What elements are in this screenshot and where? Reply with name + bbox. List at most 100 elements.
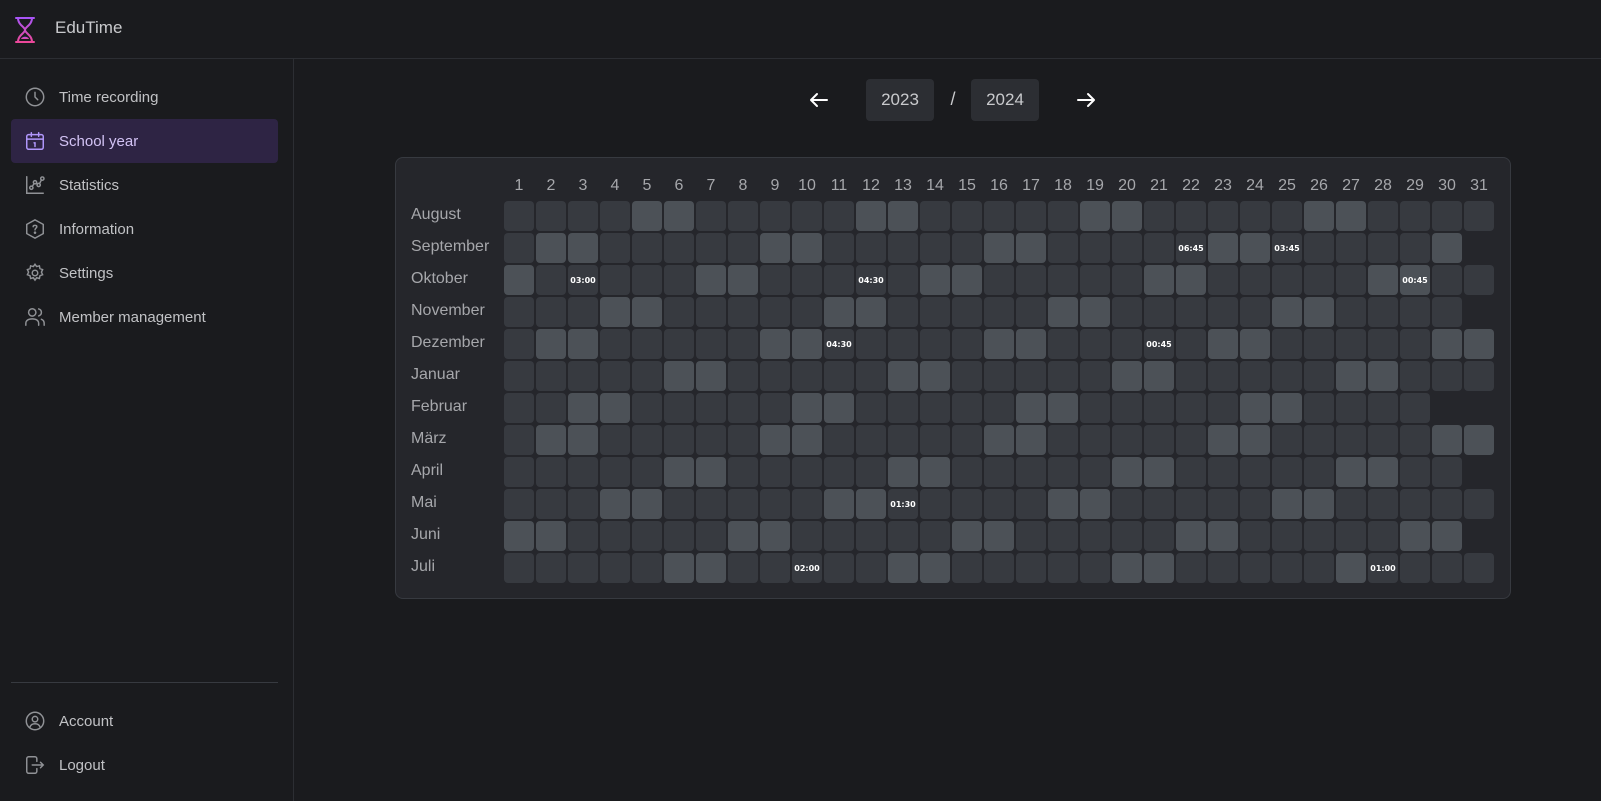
day-cell[interactable]: 03:00 <box>568 265 598 295</box>
day-cell[interactable] <box>1144 489 1174 519</box>
day-cell[interactable] <box>504 425 534 455</box>
day-cell[interactable] <box>504 329 534 359</box>
day-cell[interactable] <box>1336 329 1366 359</box>
day-cell[interactable] <box>536 201 566 231</box>
day-cell[interactable] <box>1272 521 1302 551</box>
day-cell[interactable] <box>824 265 854 295</box>
day-cell[interactable] <box>824 457 854 487</box>
day-cell[interactable] <box>1240 201 1270 231</box>
day-cell[interactable] <box>952 489 982 519</box>
day-cell[interactable] <box>1368 329 1398 359</box>
day-cell[interactable] <box>920 489 950 519</box>
day-cell[interactable] <box>984 361 1014 391</box>
day-cell[interactable] <box>1272 201 1302 231</box>
day-cell[interactable] <box>952 329 982 359</box>
day-cell[interactable]: 02:00 <box>792 553 822 583</box>
day-cell[interactable] <box>1240 233 1270 263</box>
day-cell[interactable] <box>760 201 790 231</box>
day-cell[interactable] <box>728 489 758 519</box>
day-cell[interactable] <box>920 425 950 455</box>
day-cell[interactable] <box>1048 361 1078 391</box>
day-cell[interactable] <box>1272 457 1302 487</box>
day-cell[interactable] <box>1336 201 1366 231</box>
day-cell[interactable] <box>824 233 854 263</box>
day-cell[interactable] <box>984 489 1014 519</box>
day-cell[interactable] <box>1048 553 1078 583</box>
day-cell[interactable] <box>1304 329 1334 359</box>
day-cell[interactable] <box>728 521 758 551</box>
day-cell[interactable] <box>792 425 822 455</box>
day-cell[interactable] <box>600 329 630 359</box>
day-cell[interactable] <box>568 521 598 551</box>
day-cell[interactable] <box>1080 201 1110 231</box>
day-cell[interactable] <box>1144 233 1174 263</box>
day-cell[interactable] <box>888 393 918 423</box>
day-cell[interactable] <box>1336 265 1366 295</box>
day-cell[interactable] <box>1112 361 1142 391</box>
day-cell[interactable] <box>1272 425 1302 455</box>
day-cell[interactable] <box>504 265 534 295</box>
day-cell[interactable] <box>1144 265 1174 295</box>
day-cell[interactable] <box>696 329 726 359</box>
day-cell[interactable] <box>792 233 822 263</box>
day-cell[interactable] <box>504 297 534 327</box>
day-cell[interactable] <box>1464 329 1494 359</box>
day-cell[interactable] <box>920 201 950 231</box>
day-cell[interactable] <box>1080 521 1110 551</box>
day-cell[interactable] <box>984 553 1014 583</box>
sidebar-item-settings[interactable]: Settings <box>11 251 278 295</box>
day-cell[interactable] <box>1176 425 1206 455</box>
day-cell[interactable] <box>1336 393 1366 423</box>
day-cell[interactable] <box>1304 457 1334 487</box>
day-cell[interactable] <box>696 425 726 455</box>
day-cell[interactable] <box>504 457 534 487</box>
day-cell[interactable] <box>536 457 566 487</box>
day-cell[interactable] <box>984 521 1014 551</box>
day-cell[interactable] <box>1080 361 1110 391</box>
day-cell[interactable]: 03:45 <box>1272 233 1302 263</box>
day-cell[interactable] <box>1368 297 1398 327</box>
day-cell[interactable] <box>1080 393 1110 423</box>
day-cell[interactable] <box>792 521 822 551</box>
day-cell[interactable] <box>728 297 758 327</box>
day-cell[interactable] <box>920 265 950 295</box>
day-cell[interactable] <box>1368 201 1398 231</box>
day-cell[interactable] <box>888 265 918 295</box>
day-cell[interactable] <box>1464 361 1494 391</box>
day-cell[interactable]: 06:45 <box>1176 233 1206 263</box>
day-cell[interactable] <box>824 553 854 583</box>
day-cell[interactable] <box>1080 553 1110 583</box>
day-cell[interactable] <box>1432 457 1462 487</box>
day-cell[interactable] <box>696 393 726 423</box>
day-cell[interactable] <box>1080 489 1110 519</box>
day-cell[interactable] <box>856 393 886 423</box>
day-cell[interactable] <box>632 297 662 327</box>
day-cell[interactable] <box>1240 265 1270 295</box>
day-cell[interactable] <box>632 521 662 551</box>
day-cell[interactable] <box>1240 297 1270 327</box>
day-cell[interactable] <box>504 393 534 423</box>
day-cell[interactable] <box>600 553 630 583</box>
day-cell[interactable] <box>984 201 1014 231</box>
day-cell[interactable] <box>760 297 790 327</box>
day-cell[interactable] <box>1176 297 1206 327</box>
day-cell[interactable] <box>760 553 790 583</box>
day-cell[interactable] <box>504 201 534 231</box>
day-cell[interactable] <box>1272 393 1302 423</box>
day-cell[interactable] <box>1112 329 1142 359</box>
day-cell[interactable] <box>632 201 662 231</box>
day-cell[interactable] <box>1048 297 1078 327</box>
day-cell[interactable] <box>664 233 694 263</box>
day-cell[interactable] <box>888 553 918 583</box>
day-cell[interactable] <box>952 361 982 391</box>
day-cell[interactable] <box>728 393 758 423</box>
day-cell[interactable] <box>1176 553 1206 583</box>
day-cell[interactable] <box>600 425 630 455</box>
day-cell[interactable] <box>1240 361 1270 391</box>
day-cell[interactable] <box>1304 553 1334 583</box>
day-cell[interactable] <box>1176 265 1206 295</box>
day-cell[interactable] <box>1464 553 1494 583</box>
day-cell[interactable] <box>696 201 726 231</box>
day-cell[interactable] <box>1464 265 1494 295</box>
day-cell[interactable] <box>1432 329 1462 359</box>
